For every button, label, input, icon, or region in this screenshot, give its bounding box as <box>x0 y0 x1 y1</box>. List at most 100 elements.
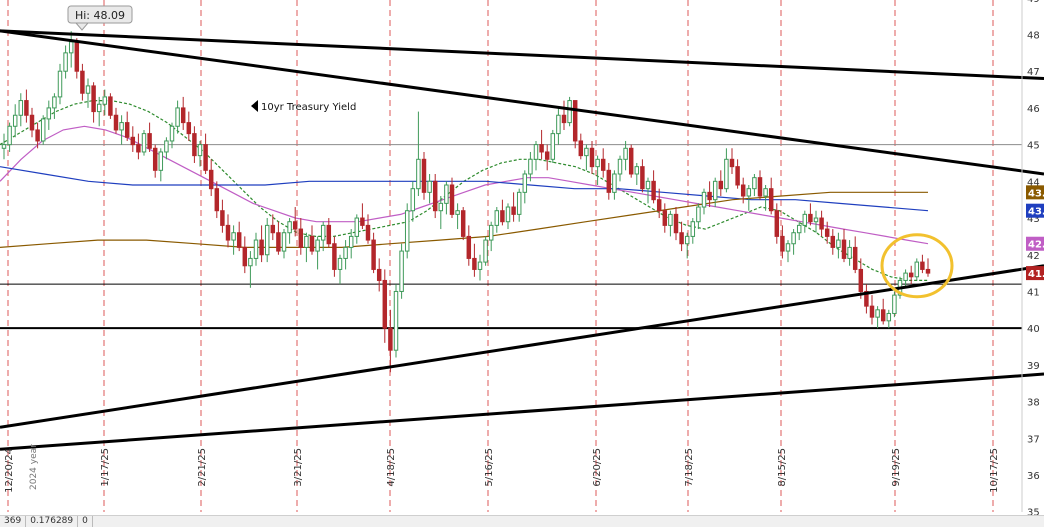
candle-body <box>656 199 662 212</box>
candle-body <box>164 140 169 153</box>
candle-body <box>203 144 208 171</box>
candle-body <box>309 235 315 252</box>
candle-body <box>1 144 7 149</box>
candle-body <box>701 191 707 208</box>
x-tick-label: 8/15/25 <box>777 448 788 487</box>
status-bar: 369 0.176289 0 <box>0 515 1044 527</box>
candle-body <box>158 151 164 171</box>
candle-body <box>180 107 186 124</box>
candle-body <box>920 261 925 270</box>
candle-body <box>673 213 679 234</box>
candle-body <box>281 232 287 252</box>
y-tick-label: 47 <box>1027 67 1040 78</box>
y-tick-label: 46 <box>1027 104 1040 115</box>
candle-body <box>752 177 757 190</box>
candle-body <box>925 268 931 274</box>
candle-body <box>438 202 444 212</box>
year-label: 2024 year <box>29 444 39 490</box>
candle-body <box>746 188 752 197</box>
candle-body <box>225 224 231 241</box>
candle-body <box>623 147 628 160</box>
candle-body <box>903 272 908 281</box>
candle-body <box>141 133 147 153</box>
candle-body <box>908 272 914 278</box>
candle-body <box>875 309 880 318</box>
candle-body <box>208 169 214 190</box>
candle-body <box>595 158 600 168</box>
y-tick-label: 48 <box>1027 31 1040 42</box>
candle-body <box>612 173 617 193</box>
x-tick-label: 1/17/25 <box>100 448 111 487</box>
candle-body <box>371 239 376 270</box>
candle-body <box>572 100 578 142</box>
price-badge-label: 43. <box>1028 207 1044 218</box>
candle-body <box>432 180 438 212</box>
y-tick-label: 40 <box>1027 324 1040 335</box>
candle-body <box>393 290 399 351</box>
candle-body <box>276 232 281 252</box>
candle-body <box>628 147 634 175</box>
candle-body <box>684 235 690 245</box>
candle-body <box>360 217 365 226</box>
candle-body <box>404 210 410 252</box>
candle-body <box>292 221 298 230</box>
candle-body <box>729 158 735 168</box>
candles <box>1 31 931 373</box>
candle-body <box>679 232 684 245</box>
candle-body <box>124 122 130 138</box>
candle-body <box>57 70 63 98</box>
candle-body <box>455 210 460 215</box>
candle-body <box>578 140 584 157</box>
candle-body <box>354 217 360 237</box>
candle-body <box>264 224 270 256</box>
candle-body <box>152 147 158 171</box>
candle-body <box>63 52 68 72</box>
y-tick-label: 38 <box>1027 398 1040 409</box>
candle-body <box>477 261 483 270</box>
candle-body <box>186 122 192 135</box>
candle-body <box>505 206 511 223</box>
candle-body <box>539 144 544 153</box>
treasury-yield-chart: 353637383940414243444546474849 12/20/241… <box>0 0 1044 527</box>
candle-body <box>46 107 52 120</box>
candle-body <box>808 213 813 223</box>
candle-body <box>136 144 141 153</box>
candle-body <box>119 122 124 131</box>
y-tick-label: 37 <box>1027 434 1040 445</box>
candle-body <box>740 184 746 197</box>
candle-body <box>813 217 819 223</box>
candle-body <box>668 213 673 226</box>
candle-body <box>735 166 740 186</box>
candle-body <box>248 257 253 267</box>
y-tick-label: 39 <box>1027 361 1040 372</box>
candle-body <box>841 239 847 259</box>
candle-body <box>147 133 152 149</box>
candle-body <box>304 235 309 248</box>
candle-body <box>68 41 74 54</box>
candle-body <box>421 158 427 193</box>
trendline <box>0 29 1044 81</box>
candle-body <box>544 151 550 160</box>
candle-body <box>707 191 712 201</box>
candle-body <box>74 41 80 72</box>
candle-body <box>802 213 808 226</box>
candle-body <box>449 184 455 215</box>
left-triangle-icon <box>251 100 258 112</box>
candle-body <box>785 243 791 252</box>
candle-body <box>169 125 175 142</box>
candle-body <box>40 118 46 142</box>
candle-body <box>651 180 656 201</box>
candle-body <box>197 144 203 157</box>
chart-canvas: 353637383940414243444546474849 12/20/241… <box>0 0 1044 519</box>
candle-body <box>880 309 886 322</box>
candle-body <box>500 210 505 223</box>
candle-body <box>791 232 796 245</box>
candle-body <box>12 114 18 127</box>
candle-body <box>444 184 449 204</box>
candle-body <box>757 177 763 197</box>
hi-callout: Hi: 48.09 <box>67 5 133 31</box>
candle-body <box>253 239 259 259</box>
candle-body <box>382 279 388 329</box>
candle-body <box>220 210 225 226</box>
candle-body <box>819 217 824 230</box>
